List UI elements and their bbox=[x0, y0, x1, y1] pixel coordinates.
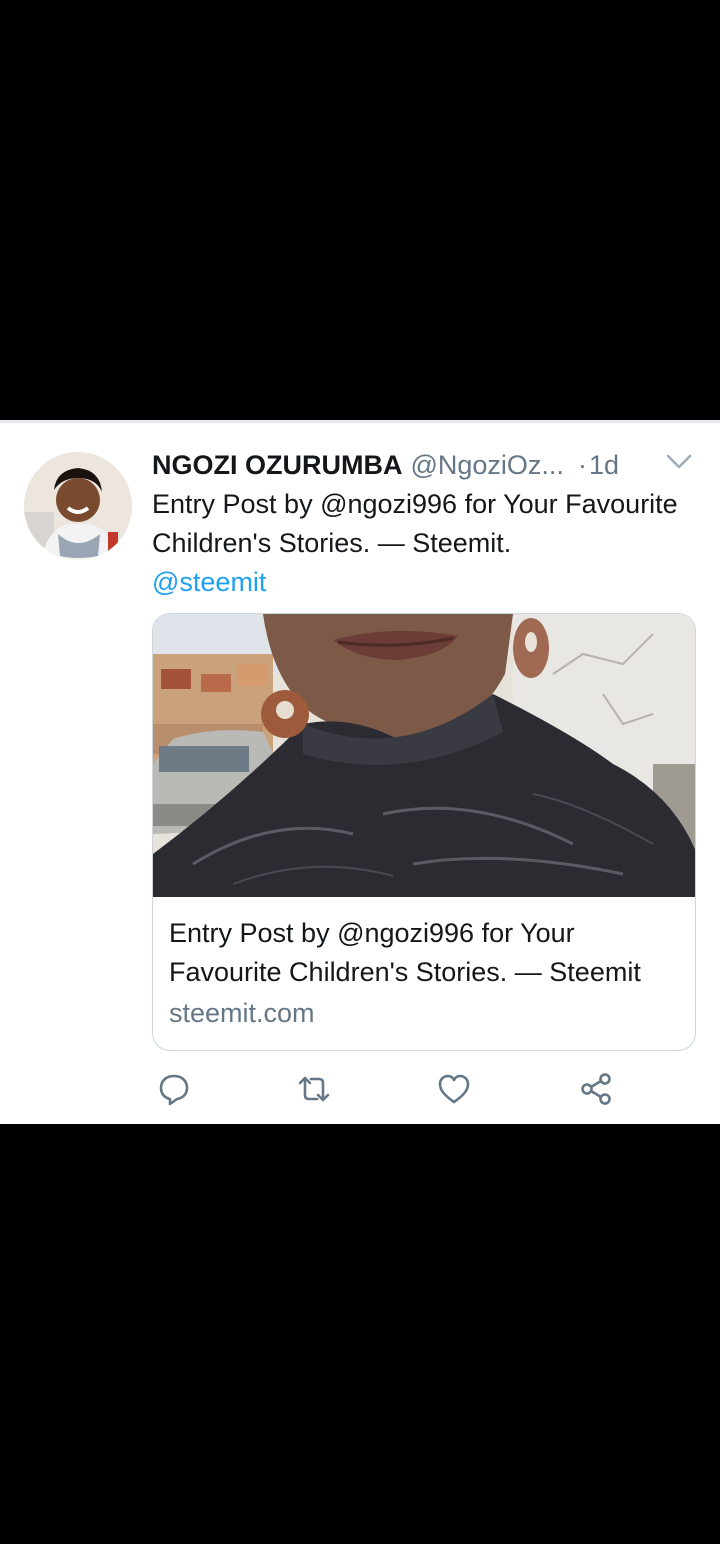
card-title[interactable]: Entry Post by @ngozi996 for Your Favouri… bbox=[169, 914, 689, 992]
link-card[interactable]: Entry Post by @ngozi996 for Your Favouri… bbox=[152, 613, 696, 1051]
heart-icon[interactable] bbox=[436, 1071, 472, 1107]
tweet-text-body: Entry Post by @ngozi996 for Your Favouri… bbox=[152, 489, 678, 558]
author-handle[interactable]: @NgoziOz... bbox=[410, 450, 563, 481]
tweet-actions bbox=[152, 1071, 700, 1111]
tweet[interactable]: NGOZI OZURUMBA @NgoziOz... · 1d Entry Po… bbox=[0, 420, 720, 1124]
mention-link[interactable]: @steemit bbox=[152, 563, 700, 602]
chevron-down-icon[interactable] bbox=[666, 453, 692, 471]
bottom-black-area bbox=[0, 1124, 720, 1544]
reply-icon[interactable] bbox=[156, 1071, 192, 1107]
share-icon[interactable] bbox=[578, 1071, 614, 1107]
tweet-header: NGOZI OZURUMBA @NgoziOz... · 1d bbox=[152, 447, 700, 483]
card-domain[interactable]: steemit.com bbox=[169, 998, 315, 1029]
separator-dot: · bbox=[577, 449, 587, 480]
author-name[interactable]: NGOZI OZURUMBA bbox=[152, 450, 402, 481]
top-black-area bbox=[0, 0, 720, 420]
card-image bbox=[153, 614, 695, 897]
tweet-time[interactable]: 1d bbox=[589, 450, 619, 481]
avatar[interactable] bbox=[24, 452, 132, 560]
retweet-icon[interactable] bbox=[296, 1071, 332, 1107]
tweet-text: Entry Post by @ngozi996 for Your Favouri… bbox=[152, 485, 700, 602]
